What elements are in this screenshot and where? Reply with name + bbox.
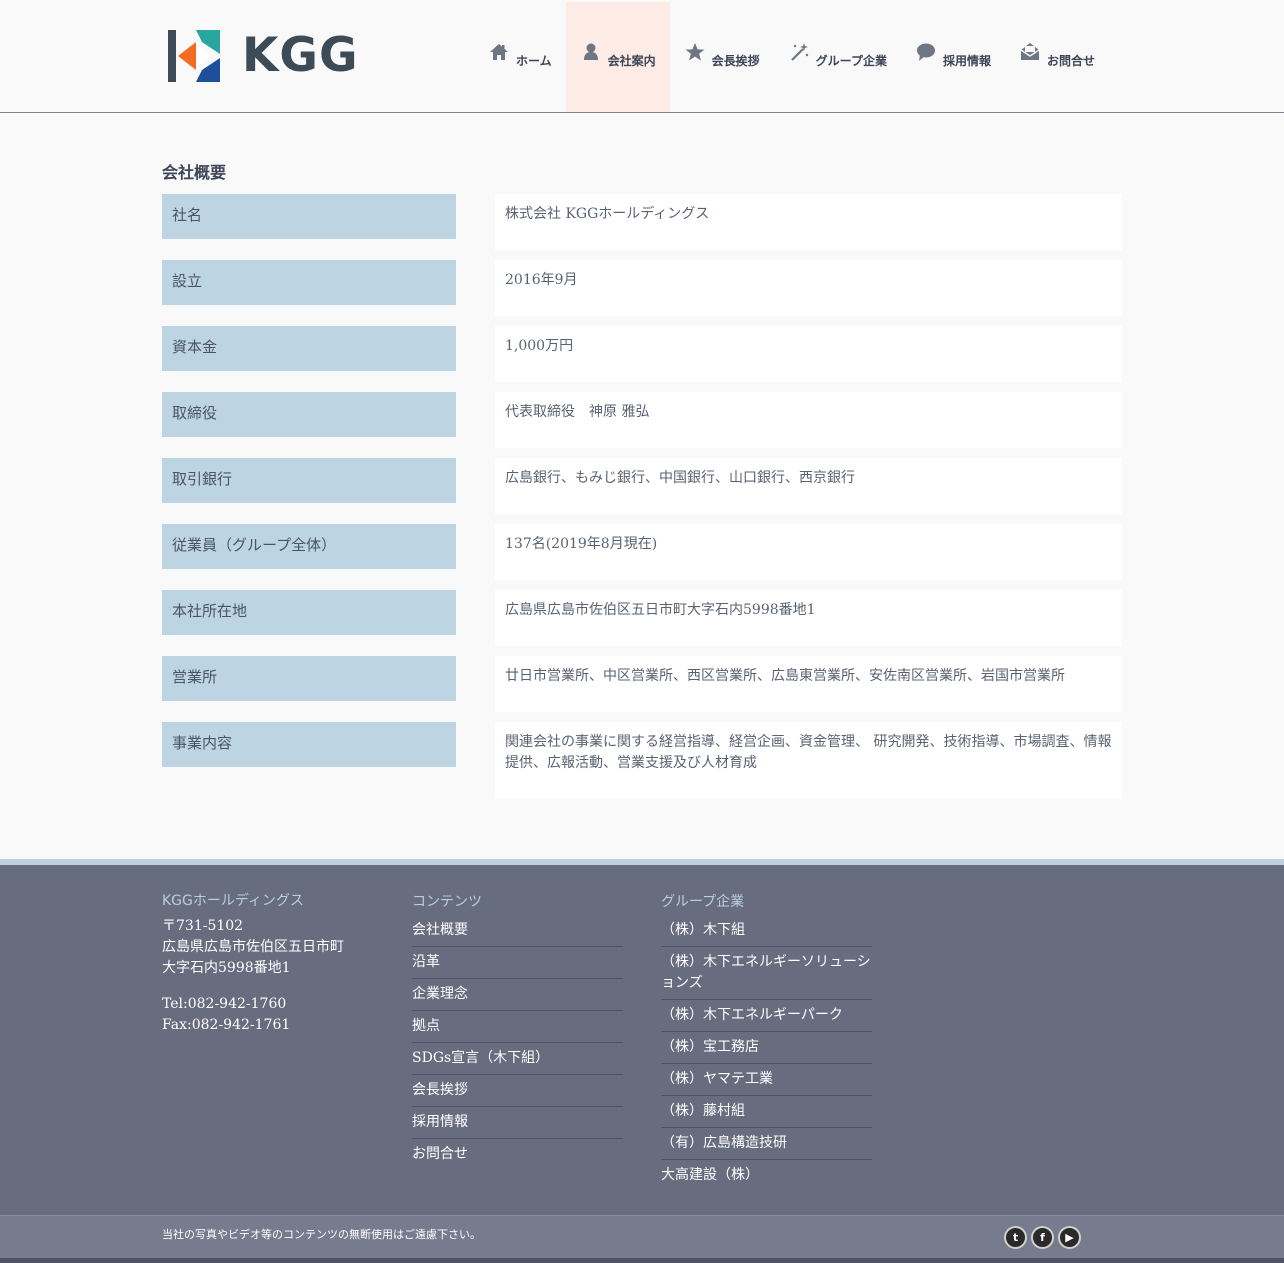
footer-address-line2: 大字石内5998番地1	[162, 960, 291, 976]
footer-group-link[interactable]: （株）藤村組	[661, 1096, 872, 1128]
footer-contents-link[interactable]: 沿革	[412, 947, 623, 979]
nav-label: お問合せ	[1046, 53, 1095, 68]
nav-item-contact[interactable]: お問合せ	[1005, 2, 1109, 112]
footer-fax: Fax:082-942-1761	[162, 1017, 291, 1033]
overview-row-label: 営業所	[162, 656, 456, 701]
facebook-icon[interactable]: f	[1031, 1226, 1054, 1249]
footer-group-link[interactable]: （株）木下エネルギーソリューションズ	[661, 947, 872, 1000]
chat-bubble-icon	[915, 41, 937, 63]
overview-row-label: 本社所在地	[162, 590, 456, 635]
nav-label: 会長挨拶	[711, 53, 760, 68]
overview-row: 従業員（グループ全体） 137名(2019年8月現在)	[162, 524, 1122, 590]
overview-row-value: 代表取締役 神原 雅弘	[495, 392, 1122, 448]
overview-row: 設立 2016年9月	[162, 260, 1122, 326]
overview-row-label: 取引銀行	[162, 458, 456, 503]
overview-row: 社名 株式会社 KGGホールディングス	[162, 194, 1122, 260]
overview-row-value: 1,000万円	[495, 326, 1122, 382]
logo-mark-icon	[168, 30, 220, 82]
footer-contents-link[interactable]: SDGs宣言（木下組）	[412, 1043, 623, 1075]
overview-row-label: 事業内容	[162, 722, 456, 767]
footer-company-title: KGGホールディングス	[162, 893, 304, 909]
overview-row-value: 広島銀行、もみじ銀行、中国銀行、山口銀行、西京銀行	[495, 458, 1122, 514]
overview-row-label: 取締役	[162, 392, 456, 437]
company-overview: 会社概要 社名 株式会社 KGGホールディングス 設立 2016年9月 資本金 1,000…	[162, 160, 1122, 799]
magic-wand-icon	[788, 41, 810, 63]
footer-group-link[interactable]: （株）ヤマテ工業	[661, 1064, 872, 1096]
star-icon	[684, 41, 706, 63]
footer-group-link[interactable]: 大高建設（株）	[661, 1160, 872, 1191]
logo-text: KGG	[242, 28, 359, 83]
copyright-notice: 当社の写真やビデオ等のコンテンツの無断使用はご遠慮下さい。	[162, 1228, 481, 1241]
footer-postal: 〒731-5102	[162, 918, 244, 934]
overview-row-value: 137名(2019年8月現在)	[495, 524, 1122, 580]
footer-contents-link[interactable]: 会長挨拶	[412, 1075, 623, 1107]
site-footer: KGGホールディングス 〒731-5102 広島県広島市佐伯区五日市町 大字石内…	[0, 859, 1284, 1215]
overview-row-value: 関連会社の事業に関する経営指導、経営企画、資金管理、 研究開発、技術指導、市場調…	[495, 722, 1122, 799]
nav-label: グループ企業	[815, 53, 887, 68]
main-nav: ホーム 会社案内 会長挨拶 グループ企業 採用情報 お問合せ	[474, 2, 1109, 112]
overview-row-label: 設立	[162, 260, 456, 305]
footer-group-link[interactable]: （株）木下組	[661, 915, 872, 947]
section-title: 会社概要	[162, 163, 227, 182]
footer-contents-link[interactable]: 採用情報	[412, 1107, 623, 1139]
footer-group-link[interactable]: （有）広島構造技研	[661, 1128, 872, 1160]
footer-group-link[interactable]: （株）宝工務店	[661, 1032, 872, 1064]
kgg-logo[interactable]: KGG	[166, 28, 366, 84]
footer-group-title: グループ企業	[661, 894, 745, 910]
nav-item-company[interactable]: 会社案内	[565, 2, 670, 112]
footer-contents-link[interactable]: お問合せ	[412, 1139, 623, 1170]
footer-contents-link[interactable]: 会社概要	[412, 915, 623, 947]
footer-address-line1: 広島県広島市佐伯区五日市町	[162, 939, 344, 955]
footer-bottom-bar: 当社の写真やビデオ等のコンテンツの無断使用はご遠慮下さい。 t f ▶	[0, 1215, 1284, 1258]
social-links: t f ▶	[1004, 1226, 1081, 1249]
overview-row-value: 廿日市営業所、中区営業所、西区営業所、広島東営業所、安佐南区営業所、岩国市営業所	[495, 656, 1122, 712]
footer-contents-link[interactable]: 拠点	[412, 1011, 623, 1043]
overview-row: 事業内容 関連会社の事業に関する経営指導、経営企画、資金管理、 研究開発、技術指導…	[162, 722, 1122, 799]
overview-row: 取締役 代表取締役 神原 雅弘	[162, 392, 1122, 458]
nav-label: 会社案内	[607, 53, 656, 68]
footer-company-info: KGGホールディングス 〒731-5102 広島県広島市佐伯区五日市町 大字石内…	[162, 891, 382, 1036]
nav-item-home[interactable]: ホーム	[474, 2, 566, 112]
footer-bottom-line	[0, 1258, 1284, 1263]
youtube-icon[interactable]: ▶	[1058, 1226, 1081, 1249]
nav-label: 採用情報	[942, 53, 991, 68]
nav-label: ホーム	[516, 53, 552, 68]
envelope-icon	[1019, 41, 1041, 63]
footer-contents: コンテンツ 会社概要 沿革 企業理念 拠点 SDGs宣言（木下組） 会長挨拶 採用情報 お問合…	[412, 891, 623, 1170]
person-icon	[580, 41, 602, 63]
overview-row-label: 従業員（グループ全体）	[162, 524, 456, 569]
site-header: KGG ホーム 会社案内 会長挨拶 グループ企業 採用情報 お問合せ	[0, 0, 1284, 113]
overview-row: 本社所在地 広島県広島市佐伯区五日市町大字石内5998番地1	[162, 590, 1122, 656]
footer-contents-title: コンテンツ	[412, 894, 482, 910]
nav-item-group[interactable]: グループ企業	[774, 2, 901, 112]
overview-row: 取引銀行 広島銀行、もみじ銀行、中国銀行、山口銀行、西京銀行	[162, 458, 1122, 524]
nav-item-recruit[interactable]: 採用情報	[901, 2, 1005, 112]
nav-item-greeting[interactable]: 会長挨拶	[670, 2, 774, 112]
twitter-icon[interactable]: t	[1004, 1226, 1027, 1249]
overview-row-value: 広島県広島市佐伯区五日市町大字石内5998番地1	[495, 590, 1122, 646]
footer-contents-link[interactable]: 企業理念	[412, 979, 623, 1011]
footer-group: グループ企業 （株）木下組 （株）木下エネルギーソリューションズ （株）木下エネルギ…	[661, 891, 872, 1191]
overview-row: 資本金 1,000万円	[162, 326, 1122, 392]
footer-group-link[interactable]: （株）木下エネルギーパーク	[661, 1000, 872, 1032]
home-icon	[488, 41, 510, 63]
overview-row-label: 資本金	[162, 326, 456, 371]
overview-row: 営業所 廿日市営業所、中区営業所、西区営業所、広島東営業所、安佐南区営業所、岩国市…	[162, 656, 1122, 722]
overview-row-label: 社名	[162, 194, 456, 239]
overview-row-value: 2016年9月	[495, 260, 1122, 316]
overview-row-value: 株式会社 KGGホールディングス	[495, 194, 1122, 250]
footer-tel: Tel:082-942-1760	[162, 996, 287, 1012]
